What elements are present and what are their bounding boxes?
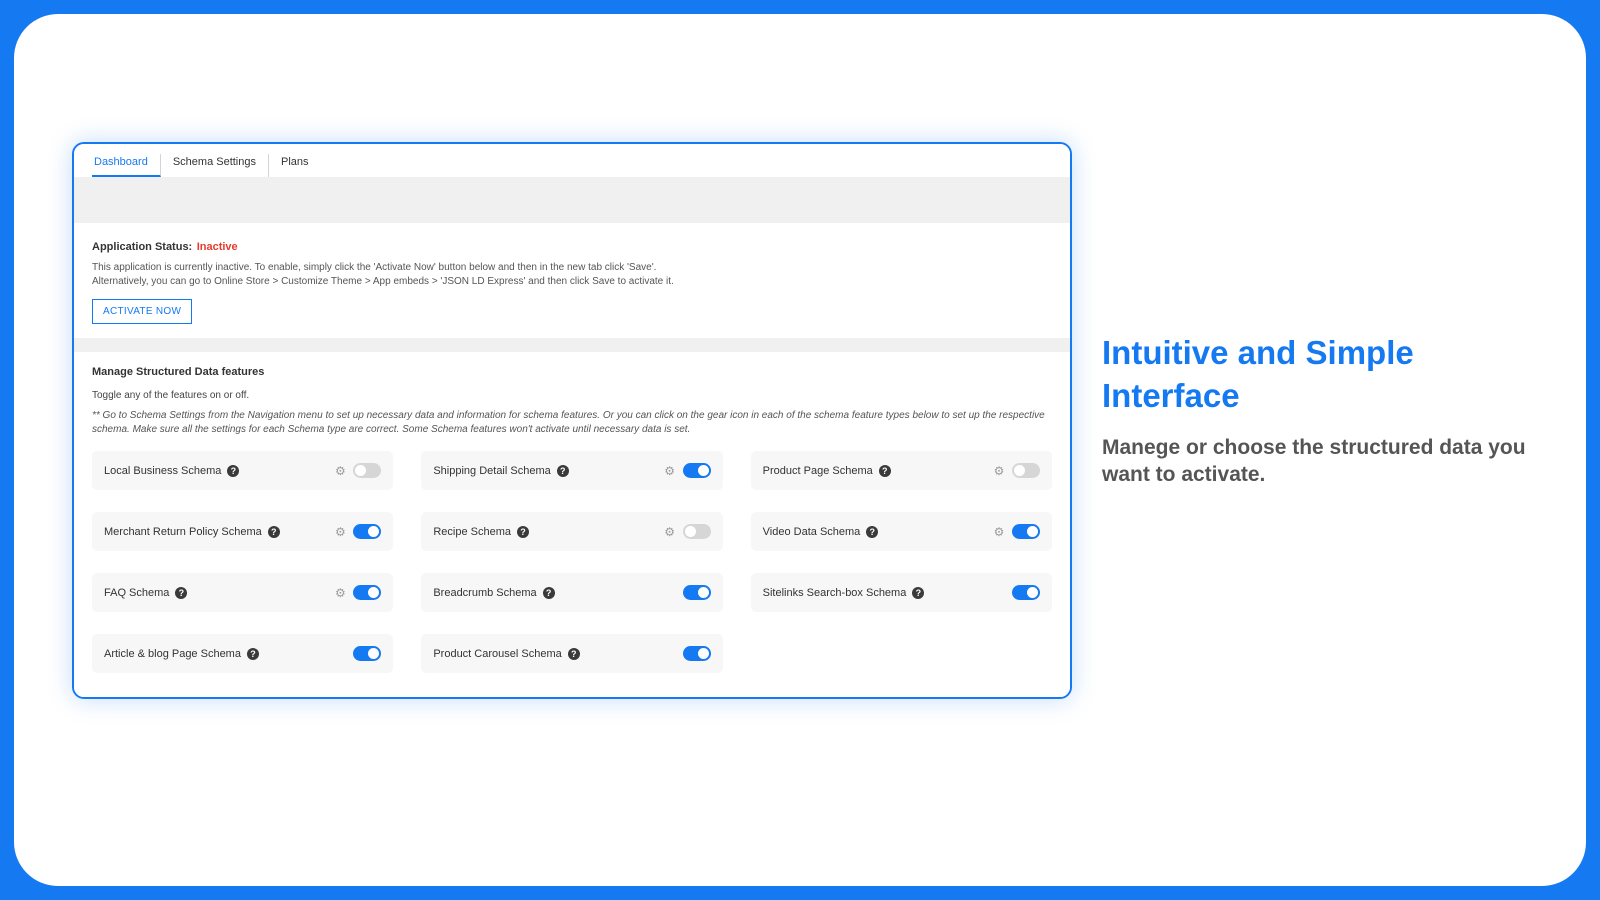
card-label: Breadcrumb Schema <box>433 587 536 599</box>
gear-icon[interactable]: ⚙ <box>992 525 1006 539</box>
help-icon[interactable]: ? <box>543 587 555 599</box>
help-icon[interactable]: ? <box>557 465 569 477</box>
app-panel: Dashboard Schema Settings Plans Applicat… <box>72 142 1072 699</box>
feature-card-sitelinks: Sitelinks Search-box Schema ? <box>751 573 1052 612</box>
card-label: Shipping Detail Schema <box>433 465 550 477</box>
help-icon[interactable]: ? <box>866 526 878 538</box>
feature-card-local-business: Local Business Schema ? ⚙ <box>92 451 393 490</box>
card-label: Recipe Schema <box>433 526 511 538</box>
card-label: Product Page Schema <box>763 465 873 477</box>
card-label: Sitelinks Search-box Schema <box>763 587 907 599</box>
status-section: Application Status: Inactive This applic… <box>74 223 1070 338</box>
help-icon[interactable]: ? <box>175 587 187 599</box>
manage-note: ** Go to Schema Settings from the Naviga… <box>92 409 1052 437</box>
status-desc-1: This application is currently inactive. … <box>92 261 1052 275</box>
status-label: Application Status: <box>92 241 192 253</box>
gear-icon[interactable]: ⚙ <box>333 525 347 539</box>
tab-bar: Dashboard Schema Settings Plans <box>74 144 1070 177</box>
help-icon[interactable]: ? <box>517 526 529 538</box>
toggle-video-data[interactable] <box>1012 524 1040 539</box>
activate-now-button[interactable]: ACTIVATE NOW <box>92 299 192 324</box>
divider-strip <box>74 338 1070 352</box>
manage-section: Manage Structured Data features Toggle a… <box>74 352 1070 697</box>
status-desc-2: Alternatively, you can go to Online Stor… <box>92 275 1052 289</box>
feature-card-product-carousel: Product Carousel Schema ? <box>421 634 722 673</box>
feature-card-breadcrumb: Breadcrumb Schema ? <box>421 573 722 612</box>
toggle-product-page[interactable] <box>1012 463 1040 478</box>
gear-icon[interactable]: ⚙ <box>663 464 677 478</box>
toggle-article-blog[interactable] <box>353 646 381 661</box>
card-label: Article & blog Page Schema <box>104 648 241 660</box>
card-label: Local Business Schema <box>104 465 221 477</box>
card-label: Video Data Schema <box>763 526 861 538</box>
toggle-local-business[interactable] <box>353 463 381 478</box>
divider-strip <box>74 177 1070 223</box>
manage-subtitle: Toggle any of the features on or off. <box>92 390 1052 401</box>
toggle-sitelinks[interactable] <box>1012 585 1040 600</box>
promo-text: Intuitive and Simple Interface Manege or… <box>1102 142 1528 699</box>
gear-icon[interactable]: ⚙ <box>333 586 347 600</box>
toggle-recipe[interactable] <box>683 524 711 539</box>
tab-dashboard[interactable]: Dashboard <box>92 154 161 177</box>
gear-icon[interactable]: ⚙ <box>333 464 347 478</box>
help-icon[interactable]: ? <box>879 465 891 477</box>
tab-schema-settings[interactable]: Schema Settings <box>161 154 269 177</box>
tab-plans[interactable]: Plans <box>269 154 321 177</box>
help-icon[interactable]: ? <box>912 587 924 599</box>
gear-icon[interactable]: ⚙ <box>992 464 1006 478</box>
feature-card-video-data: Video Data Schema ? ⚙ <box>751 512 1052 551</box>
toggle-shipping-detail[interactable] <box>683 463 711 478</box>
toggle-product-carousel[interactable] <box>683 646 711 661</box>
promo-title: Intuitive and Simple Interface <box>1102 332 1528 418</box>
promo-card: Dashboard Schema Settings Plans Applicat… <box>14 14 1586 886</box>
toggle-faq[interactable] <box>353 585 381 600</box>
help-icon[interactable]: ? <box>268 526 280 538</box>
card-label: FAQ Schema <box>104 587 169 599</box>
manage-title: Manage Structured Data features <box>92 366 1052 378</box>
help-icon[interactable]: ? <box>227 465 239 477</box>
toggle-merchant-return[interactable] <box>353 524 381 539</box>
feature-card-article-blog: Article & blog Page Schema ? <box>92 634 393 673</box>
promo-subtitle: Manege or choose the structured data you… <box>1102 434 1528 489</box>
toggle-breadcrumb[interactable] <box>683 585 711 600</box>
feature-card-shipping-detail: Shipping Detail Schema ? ⚙ <box>421 451 722 490</box>
help-icon[interactable]: ? <box>247 648 259 660</box>
feature-card-faq: FAQ Schema ? ⚙ <box>92 573 393 612</box>
card-label: Merchant Return Policy Schema <box>104 526 262 538</box>
help-icon[interactable]: ? <box>568 648 580 660</box>
gear-icon[interactable]: ⚙ <box>663 525 677 539</box>
feature-card-recipe: Recipe Schema ? ⚙ <box>421 512 722 551</box>
status-value: Inactive <box>197 241 238 253</box>
feature-card-product-page: Product Page Schema ? ⚙ <box>751 451 1052 490</box>
feature-card-grid: Local Business Schema ? ⚙ Shipping Detai… <box>92 451 1052 673</box>
card-label: Product Carousel Schema <box>433 648 561 660</box>
feature-card-merchant-return: Merchant Return Policy Schema ? ⚙ <box>92 512 393 551</box>
